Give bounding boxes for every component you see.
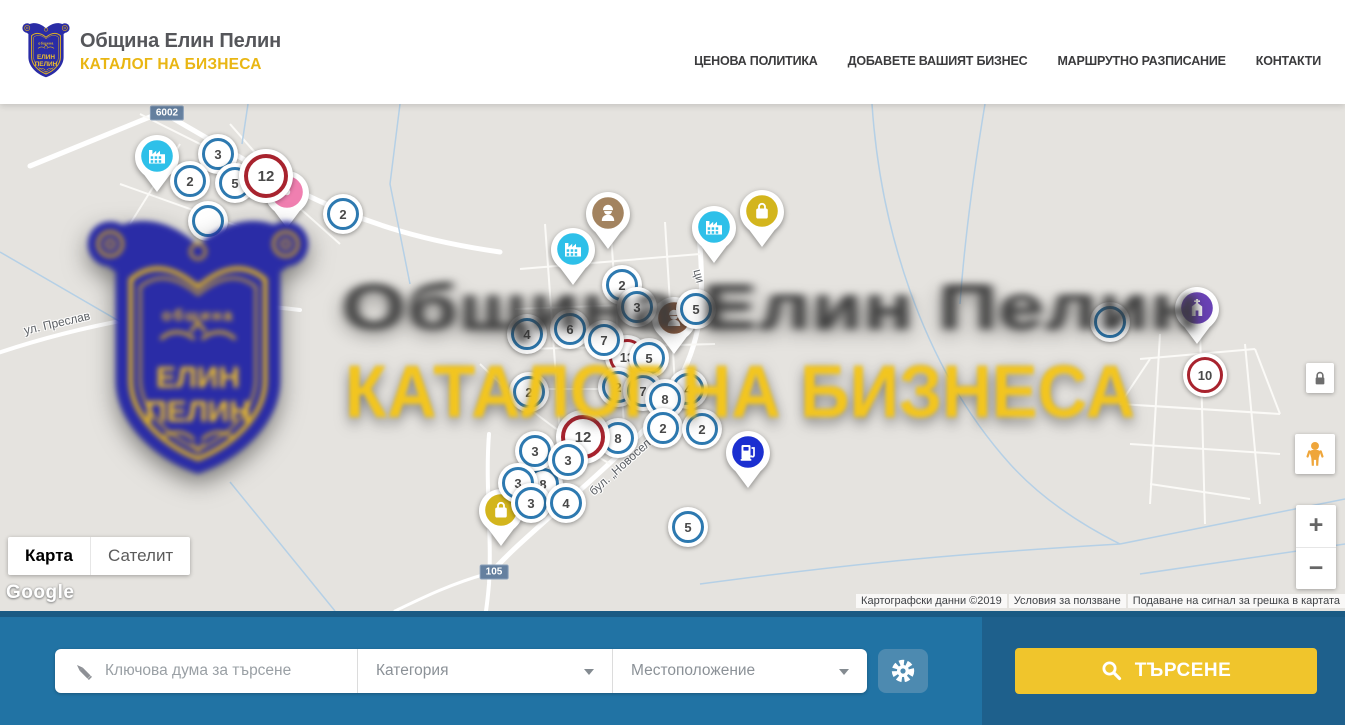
nav-item-add-business[interactable]: ДОБАВЕТЕ ВАШИЯТ БИЗНЕС [848, 54, 1028, 68]
map-cluster-marker[interactable]: 2 [509, 372, 549, 412]
map-pin-factory[interactable] [550, 227, 596, 292]
chevron-down-icon [839, 669, 849, 675]
magnifier-icon [1101, 660, 1123, 682]
map-cluster-marker[interactable]: 2 [643, 408, 683, 448]
street-view-pegman-button[interactable] [1295, 434, 1335, 474]
map-pin-church[interactable] [1174, 286, 1220, 351]
search-fields: Категория Местоположение [55, 649, 867, 693]
map-pin-fuel[interactable] [725, 430, 771, 495]
map-cluster-marker[interactable]: 4 [546, 483, 586, 523]
map-lock-button[interactable] [1306, 363, 1334, 393]
map-attribution: Картографски данни ©2019 Условия за полз… [856, 594, 1345, 608]
logo-text: Община Елин Пелин КАТАЛОГ НА БИЗНЕСА [80, 30, 281, 74]
chevron-down-icon [584, 669, 594, 675]
location-select[interactable]: Местоположение [612, 649, 867, 693]
google-logo: Google [6, 582, 74, 604]
municipality-crest-icon [22, 22, 70, 82]
gear-icon [890, 658, 916, 684]
attribution-terms-link[interactable]: Условия за ползване [1009, 594, 1126, 608]
search-submit-label: ТЪРСЕНЕ [1135, 660, 1232, 682]
markers-layer: 3251222351364752274822812833334510 [0, 104, 1345, 611]
map-canvas[interactable]: 6002105 ул. Преславбул. „Новоселци [0, 104, 1345, 611]
map-cluster-marker[interactable] [1090, 302, 1130, 342]
site-subtitle: КАТАЛОГ НА БИЗНЕСА [80, 56, 281, 74]
attribution-copyright: Картографски данни ©2019 [856, 594, 1007, 608]
map-cluster-marker[interactable]: 3 [511, 483, 551, 523]
map-type-map-button[interactable]: Карта [8, 537, 90, 575]
pegman-icon [1303, 441, 1327, 467]
pencil-icon [73, 661, 93, 681]
map-cluster-marker[interactable]: 2 [682, 409, 722, 449]
site-title: Община Елин Пелин [80, 30, 281, 53]
category-select[interactable]: Категория [357, 649, 612, 693]
keyword-search-input[interactable] [105, 662, 345, 680]
map-type-satellite-button[interactable]: Сателит [90, 537, 190, 575]
header: Община Елин Пелин КАТАЛОГ НА БИЗНЕСА ЦЕН… [0, 0, 1345, 104]
map-cluster-marker[interactable]: 12 [239, 149, 293, 203]
map-cluster-marker[interactable]: 4 [507, 314, 547, 354]
nav-item-bus-schedule[interactable]: МАРШРУТНО РАЗПИСАНИЕ [1057, 54, 1225, 68]
keyword-field [55, 649, 357, 693]
search-submit-button[interactable]: ТЪРСЕНЕ [1015, 648, 1317, 694]
map-pin-bag[interactable] [739, 189, 785, 254]
map-cluster-marker[interactable]: 5 [668, 507, 708, 547]
nav-item-contacts[interactable]: КОНТАКТИ [1256, 54, 1321, 68]
map-cluster-marker[interactable]: 2 [170, 161, 210, 201]
location-select-label: Местоположение [631, 662, 755, 680]
map-cluster-marker[interactable]: 5 [676, 289, 716, 329]
category-select-label: Категория [376, 662, 448, 680]
advanced-search-settings-button[interactable] [878, 649, 928, 693]
map-type-control: Карта Сателит [8, 537, 190, 575]
lock-icon [1312, 369, 1328, 387]
zoom-out-button[interactable]: − [1296, 548, 1336, 590]
zoom-in-button[interactable]: + [1296, 505, 1336, 548]
attribution-report-error-link[interactable]: Подаване на сигнал за грешка в картата [1128, 594, 1345, 608]
zoom-control: + − [1296, 505, 1336, 589]
map-cluster-marker[interactable]: 3 [548, 440, 588, 480]
map-cluster-marker[interactable]: 7 [584, 320, 624, 360]
site-logo[interactable]: Община Елин Пелин КАТАЛОГ НА БИЗНЕСА [22, 22, 281, 82]
map-cluster-marker[interactable]: 10 [1183, 353, 1227, 397]
map-cluster-marker[interactable] [188, 201, 228, 241]
map-cluster-marker[interactable]: 3 [617, 287, 657, 327]
search-bar: Категория Местоположение ТЪРСЕНЕ [0, 611, 1345, 725]
map-pin-factory[interactable] [691, 205, 737, 270]
main-nav: ЦЕНОВА ПОЛИТИКА ДОБАВЕТЕ ВАШИЯТ БИЗНЕС М… [694, 54, 1321, 68]
nav-item-pricing[interactable]: ЦЕНОВА ПОЛИТИКА [694, 54, 818, 68]
map-cluster-marker[interactable]: 2 [323, 194, 363, 234]
